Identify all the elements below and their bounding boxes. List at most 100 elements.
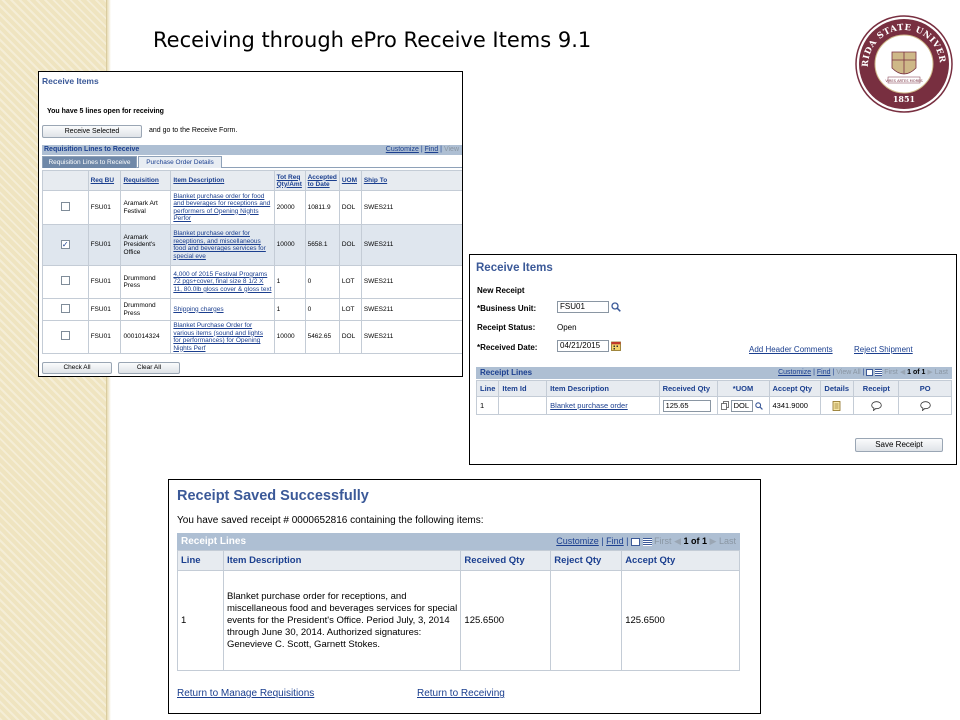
row-requisition: Drummond Press bbox=[120, 265, 172, 299]
row-bu: FSU01 bbox=[87, 190, 122, 225]
row-checkbox-checked[interactable]: ✓ bbox=[60, 240, 70, 250]
tab-purchase-order-details[interactable]: Purchase Order Details bbox=[138, 156, 222, 168]
row-received-qty: 125.6500 bbox=[460, 570, 552, 671]
last-page-link[interactable]: Last bbox=[719, 536, 736, 546]
tab-requisition-lines[interactable]: Requisition Lines to Receive bbox=[42, 156, 137, 168]
column-header-accepted-to-date[interactable]: Accepted to Date bbox=[304, 170, 340, 191]
find-link[interactable]: Find bbox=[817, 369, 831, 376]
receipt-comment-icon[interactable] bbox=[871, 400, 882, 412]
column-header-tot-req-qty[interactable]: Tot Req Qty/Amt bbox=[273, 170, 306, 191]
table-row: FSU01 Drummond Press 4,000 of 2015 Festi… bbox=[42, 265, 462, 299]
row-qty: 1 bbox=[273, 298, 306, 321]
grid-title: Receipt Lines bbox=[480, 368, 533, 377]
grid-tabs: Requisition Lines to Receive Purchase Or… bbox=[42, 156, 462, 168]
last-page-link[interactable]: Last bbox=[935, 369, 948, 376]
column-header-po: PO bbox=[898, 380, 952, 397]
table-row: 1 Blanket purchase order for receptions,… bbox=[177, 570, 740, 671]
grid-title: Requisition Lines to Receive bbox=[44, 146, 140, 153]
download-spreadsheet-icon[interactable] bbox=[875, 368, 883, 376]
row-item-description-link[interactable]: Blanket purchase order for receptions, a… bbox=[170, 224, 275, 266]
column-header-item-description: Item Description bbox=[222, 550, 462, 571]
table-row: FSU01 Drummond Press Shipping charges 1 … bbox=[42, 298, 462, 321]
tool-separator: | bbox=[626, 536, 629, 546]
column-header-received-qty: Received Qty bbox=[658, 380, 718, 397]
receive-selected-button[interactable]: Receive Selected bbox=[42, 125, 142, 138]
page-title: Receipt Saved Successfully bbox=[177, 488, 369, 504]
new-window-icon[interactable] bbox=[631, 537, 641, 546]
new-window-icon[interactable] bbox=[866, 368, 874, 376]
row-requisition: Aramark Art Festival bbox=[120, 190, 172, 225]
row-item-description-link[interactable]: Blanket Purchase Order for various items… bbox=[170, 320, 275, 354]
column-header-accept-qty: Accept Qty bbox=[768, 380, 822, 397]
customize-link[interactable]: Customize bbox=[386, 146, 419, 153]
received-qty-input[interactable]: 125.65 bbox=[662, 399, 711, 412]
first-page-link[interactable]: First bbox=[884, 369, 898, 376]
lookup-search-icon[interactable] bbox=[611, 302, 621, 312]
view-all-link[interactable]: View All bbox=[836, 369, 860, 376]
received-date-label: *Received Date: bbox=[477, 343, 538, 352]
row-accept-qty: 125.6500 bbox=[621, 570, 740, 671]
row-checkbox[interactable] bbox=[60, 201, 70, 211]
download-spreadsheet-icon[interactable] bbox=[642, 537, 652, 546]
column-header-uom[interactable]: UOM bbox=[338, 170, 362, 191]
table-row: FSU01 Aramark Art Festival Blanket purch… bbox=[42, 190, 462, 225]
row-requisition: Aramark President's Office bbox=[120, 224, 172, 266]
row-accepted: 5658.1 bbox=[304, 224, 340, 266]
column-header-req-bu[interactable]: Req BU bbox=[87, 170, 122, 191]
row-ship-to: SWES211 bbox=[360, 265, 462, 299]
row-reject-qty bbox=[550, 570, 623, 671]
uom-input[interactable]: DOL bbox=[730, 399, 753, 412]
details-icon[interactable] bbox=[832, 400, 842, 411]
row-checkbox[interactable] bbox=[60, 303, 70, 313]
reject-shipment-link[interactable]: Reject Shipment bbox=[854, 345, 913, 354]
row-item-description-link[interactable]: Shipping charges bbox=[170, 298, 275, 321]
copy-icon[interactable] bbox=[720, 401, 729, 410]
prev-arrow-icon[interactable]: ◀ bbox=[674, 536, 681, 546]
row-uom: LOT bbox=[338, 298, 362, 321]
prev-arrow-icon[interactable]: ◀ bbox=[900, 369, 905, 376]
clear-all-button[interactable]: Clear All bbox=[118, 362, 180, 374]
po-comment-icon[interactable] bbox=[919, 400, 931, 412]
row-qty: 1 bbox=[273, 265, 306, 299]
find-link[interactable]: Find bbox=[425, 146, 439, 153]
return-to-receiving-link[interactable]: Return to Receiving bbox=[417, 688, 505, 699]
received-date-input[interactable]: 04/21/2015 bbox=[557, 340, 609, 352]
column-header-requisition[interactable]: Requisition bbox=[120, 170, 172, 191]
business-unit-label: *Business Unit: bbox=[477, 304, 537, 313]
column-header-details: Details bbox=[820, 380, 855, 397]
check-all-button[interactable]: Check All bbox=[42, 362, 112, 374]
add-header-comments-link[interactable]: Add Header Comments bbox=[749, 345, 833, 354]
first-page-link[interactable]: First bbox=[654, 536, 672, 546]
row-checkbox[interactable] bbox=[60, 276, 70, 286]
row-checkbox[interactable] bbox=[60, 331, 70, 341]
calendar-icon[interactable] bbox=[611, 341, 621, 351]
row-item-description-link[interactable]: Blanket purchase order bbox=[546, 396, 660, 415]
row-item-description-link[interactable]: 4,000 of 2015 Festival Programs 72 pgs+c… bbox=[170, 265, 275, 299]
find-link[interactable]: Find bbox=[606, 536, 624, 546]
grid-header: Receipt Lines Customize | Find | View Al… bbox=[476, 367, 952, 379]
column-header-line: Line bbox=[177, 550, 224, 571]
saved-receipt-message: You have saved receipt # 0000652816 cont… bbox=[177, 515, 484, 526]
receipt-status-value: Open bbox=[557, 323, 577, 332]
row-item-description-link[interactable]: Blanket purchase order for food and beve… bbox=[170, 190, 275, 225]
next-arrow-icon[interactable]: ▶ bbox=[710, 536, 717, 546]
row-uom: DOL bbox=[338, 224, 362, 266]
column-header-receipt: Receipt bbox=[853, 380, 900, 397]
row-qty: 20000 bbox=[273, 190, 306, 225]
row-qty: 10000 bbox=[273, 224, 306, 266]
business-unit-input[interactable]: FSU01 bbox=[557, 301, 609, 313]
save-receipt-button[interactable]: Save Receipt bbox=[855, 438, 943, 452]
grid-title: Receipt Lines bbox=[181, 536, 247, 547]
row-bu: FSU01 bbox=[87, 320, 122, 354]
requisition-lines-table: Req BU Requisition Item Description Tot … bbox=[42, 170, 462, 354]
customize-link[interactable]: Customize bbox=[778, 369, 811, 376]
view-link[interactable]: View bbox=[444, 146, 459, 153]
lookup-search-icon[interactable] bbox=[754, 401, 763, 410]
row-item-description: Blanket purchase order for receptions, a… bbox=[222, 570, 462, 671]
next-arrow-icon[interactable]: ▶ bbox=[927, 369, 932, 376]
column-header-ship-to[interactable]: Ship To bbox=[360, 170, 462, 191]
column-header-item-description[interactable]: Item Description bbox=[170, 170, 275, 191]
return-to-manage-requisitions-link[interactable]: Return to Manage Requisitions bbox=[177, 688, 314, 699]
pager-count: 1 of 1 bbox=[683, 536, 708, 546]
customize-link[interactable]: Customize bbox=[556, 536, 599, 546]
